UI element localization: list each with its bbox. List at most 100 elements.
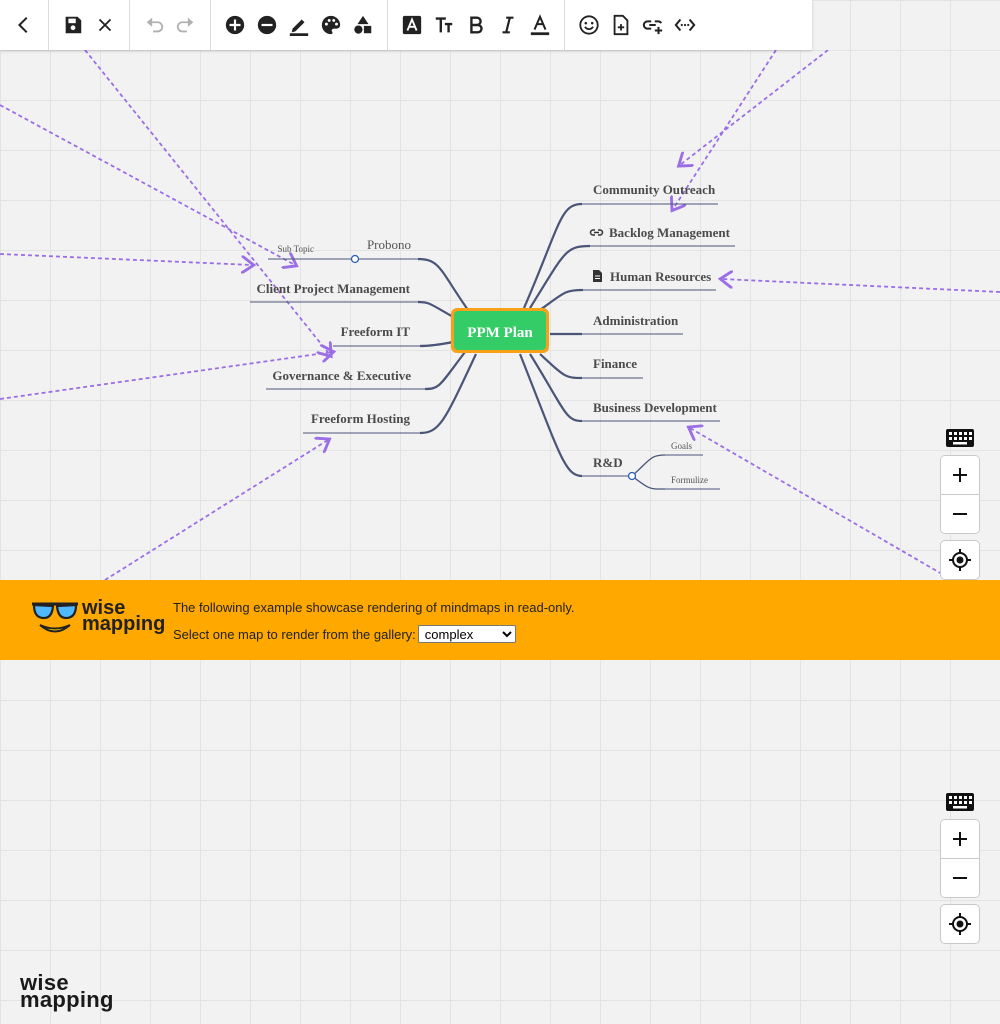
zoom-controls-lower — [940, 789, 980, 944]
add-relationship-button[interactable] — [669, 9, 701, 41]
close-icon — [98, 18, 112, 32]
topic-administration[interactable]: Administration — [593, 313, 679, 328]
keyboard-icon — [946, 793, 974, 811]
toolbar-group-font — [388, 0, 565, 50]
font-style-button[interactable] — [396, 9, 428, 41]
zoom-in-button[interactable] — [941, 456, 979, 494]
zoom-in-button[interactable] — [941, 820, 979, 858]
relationship-line[interactable] — [104, 440, 328, 580]
central-topic[interactable]: PPM Plan — [451, 308, 549, 353]
subtopic-sub-topic[interactable]: Sub Topic — [278, 244, 314, 254]
toolbar-group-insert — [565, 0, 709, 50]
collapse-toggle[interactable] — [627, 471, 637, 481]
toolbar-group-topic — [211, 0, 388, 50]
bold-icon — [470, 16, 483, 34]
font-size-button[interactable] — [428, 9, 460, 41]
banner-gallery-row: Select one map to render from the galler… — [173, 625, 516, 643]
center-map-button[interactable] — [940, 540, 980, 580]
zoom-button-group — [940, 455, 980, 534]
font-size-icon — [435, 17, 453, 33]
link-icon — [642, 20, 663, 35]
plus-icon — [953, 468, 967, 482]
topic-human-resources[interactable]: Human Resources — [610, 269, 711, 284]
text-color-button[interactable] — [524, 9, 556, 41]
remove-topic-button[interactable] — [251, 9, 283, 41]
collapse-toggle[interactable] — [350, 254, 360, 264]
editor-toolbar — [0, 0, 812, 50]
palette-icon — [321, 15, 341, 35]
undo-icon — [146, 17, 164, 33]
topic-finance[interactable]: Finance — [593, 356, 637, 371]
zoom-out-button[interactable] — [941, 858, 979, 897]
banner-description: The following example showcase rendering… — [173, 600, 575, 615]
font-color-box-icon — [402, 15, 422, 35]
redo-button[interactable] — [170, 9, 202, 41]
gallery-select-label: Select one map to render from the galler… — [173, 626, 416, 642]
topic-business-development[interactable]: Business Development — [593, 400, 718, 415]
footer-logo[interactable]: wise mapping — [20, 972, 114, 1012]
add-topic-icon — [225, 15, 245, 35]
toolbar-group-navigation — [0, 0, 49, 50]
topic-probono[interactable]: Probono — [367, 237, 411, 252]
topic-shape-button[interactable] — [347, 9, 379, 41]
toolbar-group-history — [130, 0, 211, 50]
plus-icon — [953, 832, 967, 846]
emoji-button[interactable] — [573, 9, 605, 41]
text-color-icon — [530, 14, 550, 36]
read-only-banner: wise mapping The following example showc… — [0, 580, 1000, 660]
topic-freeform-hosting[interactable]: Freeform Hosting — [311, 411, 411, 426]
banner-logo-mapping: mapping — [82, 613, 166, 635]
remove-topic-icon — [257, 15, 277, 35]
redo-icon — [176, 17, 194, 33]
bold-button[interactable] — [460, 9, 492, 41]
back-button[interactable] — [8, 9, 40, 41]
locate-center-icon — [949, 549, 971, 571]
central-topic-label: PPM Plan — [467, 325, 533, 341]
subtopic-formulize[interactable]: Formulize — [671, 475, 708, 485]
relationship-line[interactable] — [84, 50, 330, 355]
keyboard-shortcuts-button[interactable] — [940, 789, 980, 815]
add-link-button[interactable] — [637, 9, 669, 41]
subtopic-goals[interactable]: Goals — [671, 441, 692, 451]
relationship-line[interactable] — [722, 279, 1000, 293]
topic-backlog-management[interactable]: Backlog Management — [609, 225, 731, 240]
relationship-line[interactable] — [680, 50, 829, 165]
footer-logo-mapping: mapping — [20, 987, 114, 1012]
relationship-icon — [674, 18, 696, 32]
topic-freeform-it[interactable]: Freeform IT — [341, 324, 411, 339]
undo-button[interactable] — [138, 9, 170, 41]
border-style-button[interactable] — [283, 9, 315, 41]
keyboard-icon — [946, 429, 974, 447]
topic-community-outreach[interactable]: Community Outreach — [593, 182, 716, 197]
save-icon — [65, 16, 82, 34]
gallery-map-select[interactable]: complex — [417, 625, 516, 643]
zoom-out-button[interactable] — [941, 494, 979, 533]
close-button[interactable] — [89, 9, 121, 41]
save-button[interactable] — [57, 9, 89, 41]
wisemapping-glasses-logo-icon — [32, 602, 78, 633]
topic-r-and-d[interactable]: R&D — [593, 455, 623, 470]
relationship-line[interactable] — [690, 428, 943, 575]
center-map-button[interactable] — [940, 904, 980, 944]
italic-icon — [502, 16, 514, 34]
locate-center-icon — [949, 913, 971, 935]
mindmap-canvas[interactable]: PPM Plan Probono Sub Topic Client Projec… — [0, 50, 1000, 580]
keyboard-shortcuts-button[interactable] — [940, 425, 980, 451]
add-note-button[interactable] — [605, 9, 637, 41]
minus-icon — [953, 877, 967, 879]
toolbar-group-file — [49, 0, 130, 50]
back-arrow-icon — [17, 16, 28, 34]
zoom-controls-upper — [940, 425, 980, 580]
relationship-line[interactable] — [0, 253, 252, 265]
italic-button[interactable] — [492, 9, 524, 41]
note-icon[interactable] — [593, 270, 602, 282]
add-topic-button[interactable] — [219, 9, 251, 41]
banner-logo: wise mapping — [30, 598, 165, 634]
border-style-icon — [289, 19, 309, 36]
emoji-icon — [579, 15, 599, 35]
note-icon — [613, 14, 629, 36]
color-palette-button[interactable] — [315, 9, 347, 41]
topic-client-project-management[interactable]: Client Project Management — [256, 281, 410, 296]
link-icon[interactable] — [589, 229, 604, 236]
topic-governance-executive[interactable]: Governance & Executive — [272, 368, 411, 383]
